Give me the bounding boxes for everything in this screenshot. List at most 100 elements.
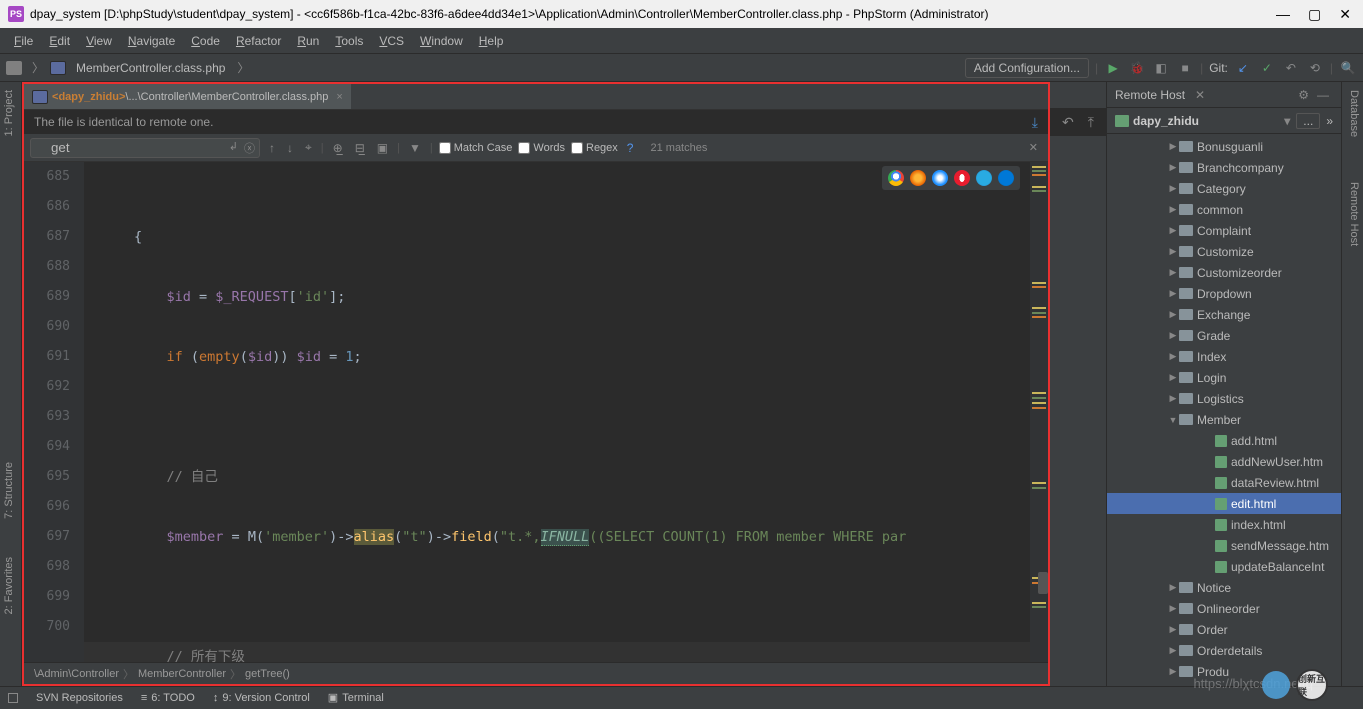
remote-folder[interactable]: Branchcompany (1107, 157, 1341, 178)
search-input[interactable] (30, 138, 260, 158)
ie-icon[interactable] (976, 170, 992, 186)
settings-icon[interactable]: ⚙ (1294, 88, 1313, 102)
remote-file[interactable]: edit.html (1107, 493, 1341, 514)
next-match-icon[interactable]: ↓ (284, 141, 296, 155)
menu-vcs[interactable]: VCS (371, 30, 412, 52)
prev-match-icon[interactable]: ↑ (266, 141, 278, 155)
filter-icon[interactable]: ▼ (406, 141, 424, 155)
tool-window-toggle-icon[interactable] (8, 693, 18, 703)
undo-icon[interactable]: ↶ (1062, 114, 1074, 131)
download-icon[interactable]: ⤓ (1032, 114, 1038, 131)
git-commit-icon[interactable]: ✓ (1258, 59, 1276, 77)
structure-tool-button[interactable]: 7: Structure (3, 462, 15, 519)
svn-repositories-button[interactable]: SVN Repositories (36, 692, 123, 704)
minimap-thumb[interactable] (1038, 572, 1048, 594)
git-history-icon[interactable]: ↶ (1282, 59, 1300, 77)
firefox-icon[interactable] (910, 170, 926, 186)
newline-icon[interactable]: ↲ (229, 140, 238, 153)
search-everywhere-icon[interactable]: 🔍 (1339, 59, 1357, 77)
remote-folder[interactable]: Login (1107, 367, 1341, 388)
add-selection-icon[interactable]: ⊕̲ (330, 141, 346, 155)
menu-window[interactable]: Window (412, 30, 471, 52)
remote-file[interactable]: updateBalanceInt (1107, 556, 1341, 577)
editor-tab[interactable]: <dapy_zhidu> \...\Controller\MemberContr… (24, 84, 351, 109)
minimize-button[interactable]: — (1276, 6, 1290, 23)
remote-folder[interactable]: Order (1107, 619, 1341, 640)
remote-file[interactable]: index.html (1107, 514, 1341, 535)
remote-file[interactable]: sendMessage.htm (1107, 535, 1341, 556)
add-configuration-button[interactable]: Add Configuration... (965, 58, 1089, 78)
chrome-icon[interactable] (888, 170, 904, 186)
menu-help[interactable]: Help (471, 30, 512, 52)
close-tab-icon[interactable]: × (336, 91, 342, 103)
remote-folder[interactable]: common (1107, 199, 1341, 220)
remote-folder[interactable]: Onlineorder (1107, 598, 1341, 619)
remote-folder[interactable]: Orderdetails (1107, 640, 1341, 661)
maximize-button[interactable]: ▢ (1308, 6, 1321, 23)
code-lines[interactable]: { $id = $_REQUEST['id']; if (empty($id))… (84, 162, 1030, 662)
git-update-icon[interactable]: ↙ (1234, 59, 1252, 77)
words-check[interactable]: Words (518, 142, 565, 154)
menu-edit[interactable]: Edit (41, 30, 78, 52)
remote-folder[interactable]: Category (1107, 178, 1341, 199)
menu-view[interactable]: View (78, 30, 120, 52)
todo-button[interactable]: ≡ 6: TODO (141, 692, 195, 704)
match-case-check[interactable]: Match Case (439, 142, 513, 154)
remote-file[interactable]: dataReview.html (1107, 472, 1341, 493)
remote-host-tool-button[interactable]: Remote Host (1348, 182, 1360, 246)
server-select[interactable]: dapy_zhidu ▾ (1115, 114, 1290, 128)
nav-class[interactable]: MemberController (138, 668, 226, 680)
remote-folder[interactable]: Notice (1107, 577, 1341, 598)
remove-selection-icon[interactable]: ⊟̲ (352, 141, 368, 155)
menu-refactor[interactable]: Refactor (228, 30, 289, 52)
nav-method[interactable]: getTree() (245, 668, 290, 680)
menu-tools[interactable]: Tools (327, 30, 371, 52)
minimize-panel-icon[interactable]: — (1313, 88, 1333, 102)
close-find-icon[interactable]: ✕ (1025, 141, 1042, 154)
remote-file[interactable]: addNewUser.htm (1107, 451, 1341, 472)
code-area[interactable]: 6856866876886896906916926936946956966976… (24, 162, 1048, 662)
hide-panel-icon[interactable]: ✕ (1191, 88, 1209, 102)
terminal-button[interactable]: ▣ Terminal (328, 691, 384, 704)
regex-check[interactable]: Regex (571, 142, 618, 154)
server-config-button[interactable]: ... (1296, 113, 1320, 129)
run-icon[interactable]: ▶ (1104, 59, 1122, 77)
nav-namespace[interactable]: \Admin\Controller (34, 668, 119, 680)
git-revert-icon[interactable]: ⟲ (1306, 59, 1324, 77)
remote-folder[interactable]: Produ (1107, 661, 1341, 682)
select-all-icon[interactable]: ⌖ (302, 140, 315, 155)
remote-folder[interactable]: Customizeorder (1107, 262, 1341, 283)
remote-folder[interactable]: Exchange (1107, 304, 1341, 325)
remote-folder[interactable]: Complaint (1107, 220, 1341, 241)
version-control-button[interactable]: ↕ 9: Version Control (213, 692, 310, 704)
breadcrumb-file[interactable]: MemberController.class.php (70, 59, 231, 77)
project-tool-button[interactable]: 1: Project (3, 90, 15, 136)
remote-folder[interactable]: Customize (1107, 241, 1341, 262)
debug-icon[interactable]: 🐞 (1128, 59, 1146, 77)
coverage-icon[interactable]: ◧ (1152, 59, 1170, 77)
remote-folder[interactable]: Member (1107, 409, 1341, 430)
menu-run[interactable]: Run (289, 30, 327, 52)
menu-file[interactable]: File (6, 30, 41, 52)
stop-icon[interactable]: ■ (1176, 59, 1194, 77)
help-icon[interactable]: ? (624, 141, 637, 155)
menu-navigate[interactable]: Navigate (120, 30, 183, 52)
more-servers-icon[interactable]: » (1326, 114, 1333, 128)
database-tool-button[interactable]: Database (1348, 90, 1360, 137)
safari-icon[interactable] (932, 170, 948, 186)
menu-code[interactable]: Code (183, 30, 228, 52)
remote-folder[interactable]: Dropdown (1107, 283, 1341, 304)
remote-file[interactable]: add.html (1107, 430, 1341, 451)
favorites-tool-button[interactable]: 2: Favorites (3, 557, 15, 614)
remote-folder[interactable]: Logistics (1107, 388, 1341, 409)
code-minimap[interactable] (1030, 162, 1048, 662)
remote-tree[interactable]: BonusguanliBranchcompanyCategorycommonCo… (1107, 134, 1341, 686)
remote-folder[interactable]: Bonusguanli (1107, 136, 1341, 157)
remote-folder[interactable]: Grade (1107, 325, 1341, 346)
opera-icon[interactable] (954, 170, 970, 186)
select-occurrences-icon[interactable]: ▣ (374, 141, 391, 155)
clear-search-icon[interactable]: ⓧ (244, 140, 255, 156)
edge-icon[interactable] (998, 170, 1014, 186)
close-button[interactable]: ✕ (1339, 6, 1351, 23)
upload-icon[interactable]: ⤒ (1088, 114, 1094, 131)
